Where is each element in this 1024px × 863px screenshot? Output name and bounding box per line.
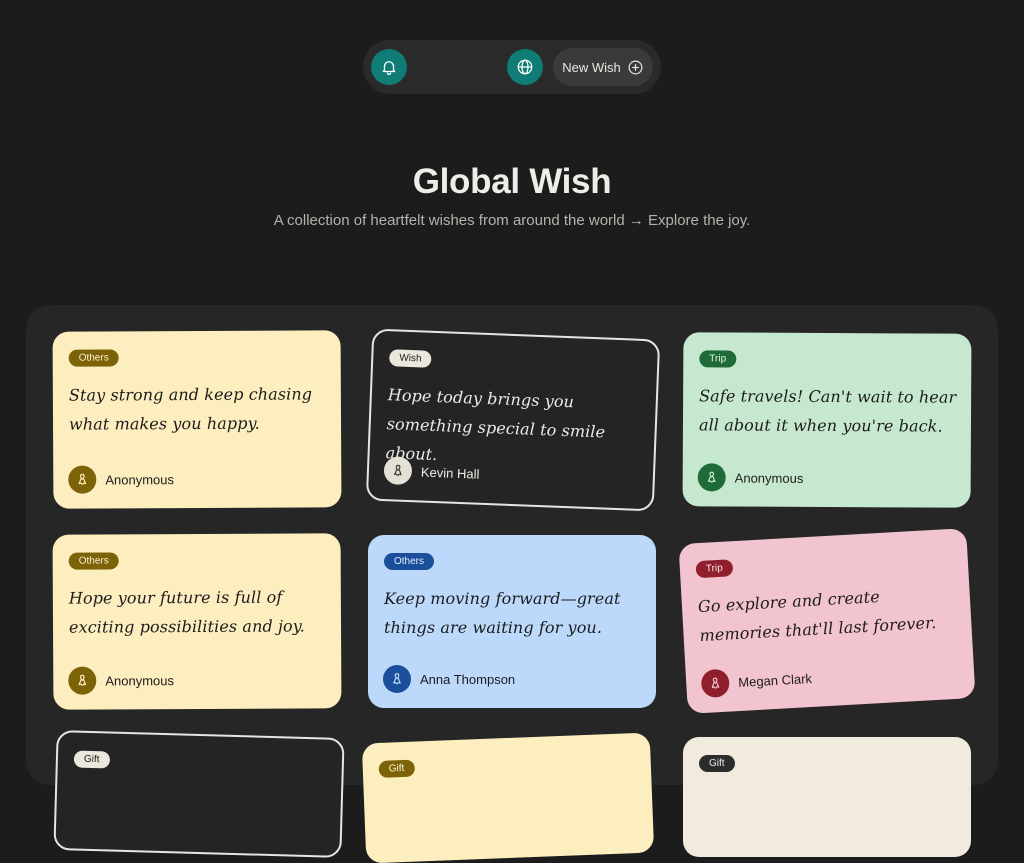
wish-card[interactable]: Others Hope your future is full of excit… — [52, 533, 342, 710]
wish-card[interactable]: Trip Go explore and create memories that… — [678, 528, 976, 714]
avatar — [383, 665, 411, 693]
author-name: Anna Thompson — [420, 671, 516, 687]
wish-card[interactable]: Gift — [53, 730, 345, 858]
category-tag: Trip — [695, 559, 734, 579]
author-name: Anonymous — [105, 471, 175, 487]
author-name: Anonymous — [734, 470, 804, 486]
wish-message: Stay strong and keep chasing what makes … — [68, 384, 313, 434]
author-name: Anonymous — [105, 672, 175, 688]
ribbon-icon — [394, 464, 402, 476]
wish-card[interactable]: Others Stay strong and keep chasing what… — [52, 330, 342, 509]
bell-icon — [382, 61, 396, 76]
category-tag: Gift — [699, 755, 735, 772]
category-tag: Others — [68, 552, 119, 570]
wish-author: Anna Thompson — [383, 665, 515, 693]
avatar — [68, 465, 97, 494]
wish-card[interactable]: Others Keep moving forward—great things … — [368, 535, 656, 708]
author-name: Megan Clark — [737, 670, 813, 690]
wish-card[interactable]: Gift — [683, 737, 971, 857]
category-tag: Wish — [388, 349, 432, 368]
wish-message: Hope your future is full of exciting pos… — [68, 587, 306, 637]
global-button[interactable] — [507, 49, 543, 85]
ribbon-icon — [711, 677, 720, 689]
wish-card[interactable]: Wish Hope today brings you something spe… — [365, 328, 661, 512]
avatar — [68, 666, 97, 695]
avatar — [700, 668, 731, 699]
category-tag: Gift — [73, 750, 110, 769]
page-title: Global Wish — [412, 162, 612, 201]
new-wish-button[interactable]: New Wish — [553, 48, 653, 86]
plus-circle-icon — [628, 60, 643, 74]
page-subtitle: A collection of heartfelt wishes from ar… — [273, 212, 751, 229]
top-nav: New Wish — [363, 40, 661, 94]
wish-message: Go explore and create memories that'll l… — [697, 587, 937, 646]
wish-author: Anonymous — [68, 666, 174, 695]
wish-author: Anonymous — [697, 463, 804, 492]
wish-author: Kevin Hall — [383, 456, 480, 488]
notifications-button[interactable] — [371, 49, 407, 85]
wish-card[interactable]: Gift — [361, 732, 655, 863]
ribbon-icon — [78, 674, 87, 686]
wish-message: Keep moving forward—great things are wai… — [384, 589, 621, 637]
ribbon-icon — [78, 473, 87, 485]
wish-card[interactable]: Trip Safe travels! Can't wait to hear al… — [682, 332, 972, 508]
category-tag: Trip — [699, 350, 737, 368]
wish-message: Safe travels! Can't wait to hear all abo… — [698, 386, 957, 436]
author-name: Kevin Hall — [420, 464, 480, 482]
wish-author: Megan Clark — [700, 664, 813, 699]
globe-icon — [517, 59, 533, 75]
avatar — [697, 463, 726, 492]
category-tag: Others — [384, 553, 435, 570]
wish-author: Anonymous — [68, 465, 174, 494]
ribbon-icon — [707, 471, 716, 483]
new-wish-label: New Wish — [562, 59, 621, 75]
category-tag: Gift — [378, 759, 415, 778]
ribbon-icon — [393, 673, 401, 685]
category-tag: Others — [68, 349, 119, 367]
avatar — [383, 456, 413, 486]
